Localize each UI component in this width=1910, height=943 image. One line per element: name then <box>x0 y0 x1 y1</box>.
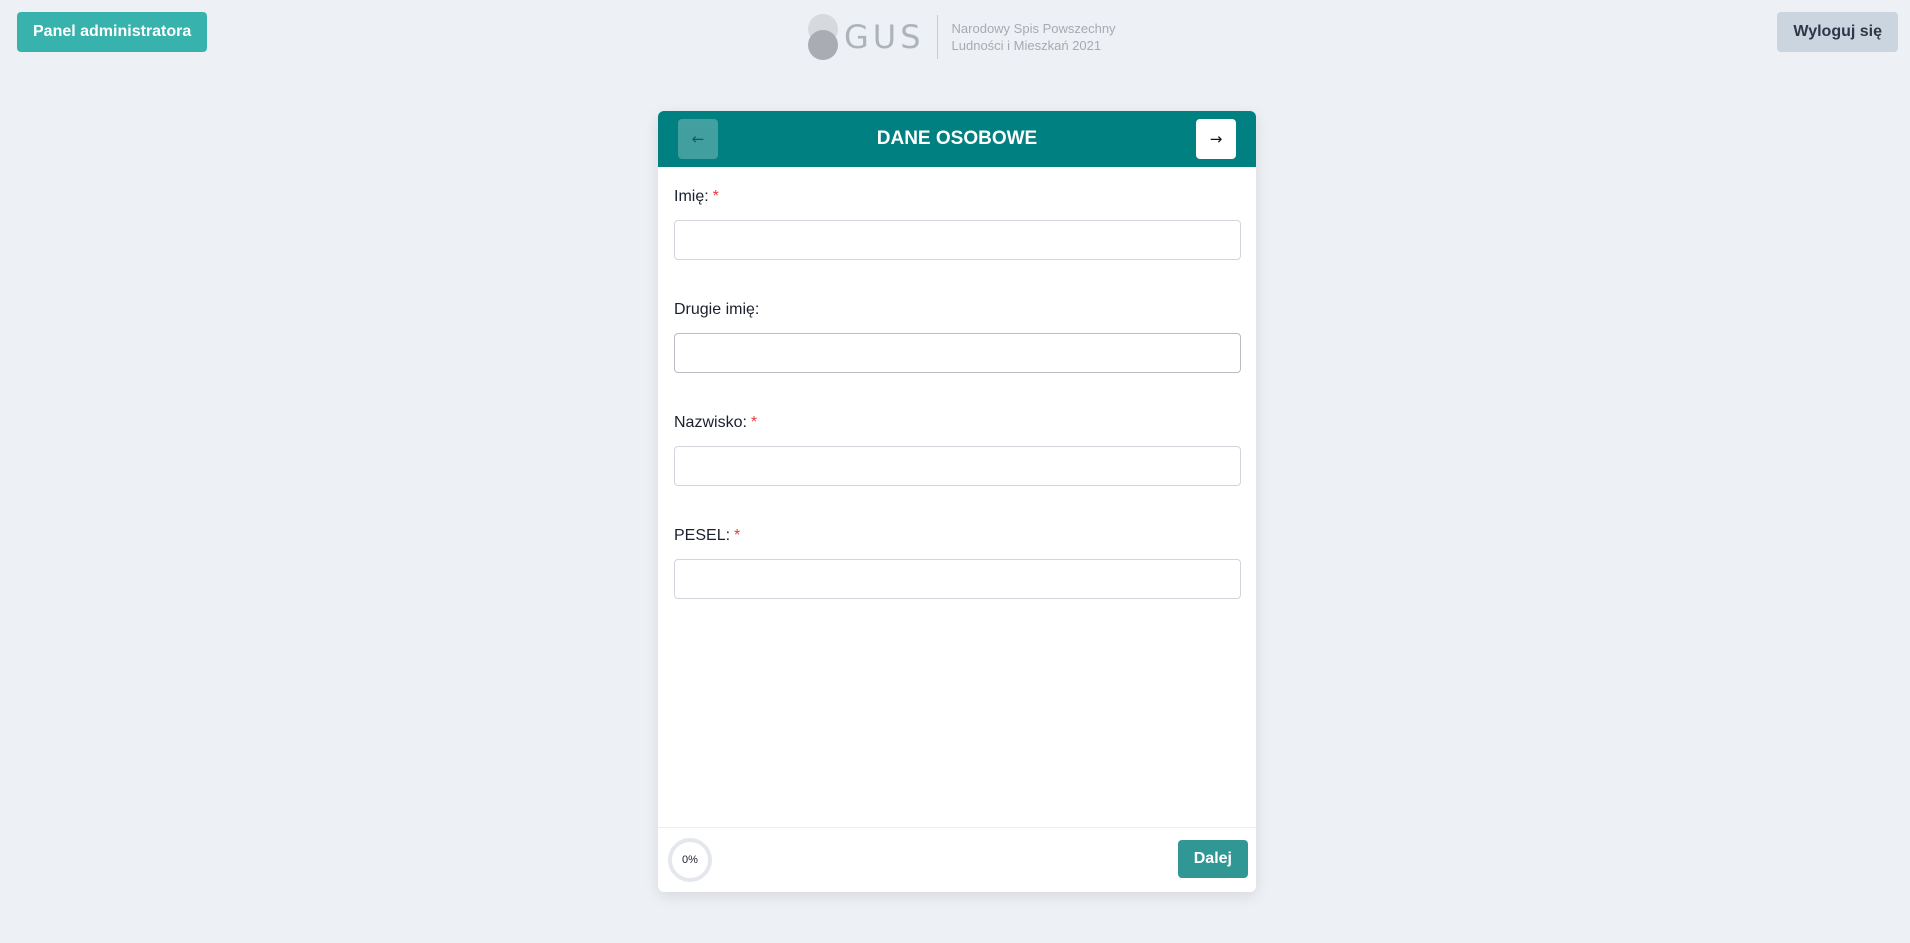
arrow-left-icon: ← <box>691 130 705 148</box>
required-marker: * <box>734 527 741 544</box>
first-name-input[interactable] <box>674 220 1241 260</box>
last-name-field: Nazwisko: * <box>674 413 1241 486</box>
page: Panel administratora GUS Narodowy Spis P… <box>0 0 1910 943</box>
pesel-label: PESEL: * <box>674 526 1241 546</box>
middle-name-input[interactable] <box>674 333 1241 373</box>
middle-name-field: Drugie imię: <box>674 300 1241 373</box>
card-footer: 0% Dalej <box>658 827 1256 892</box>
gus-logo: GUS Narodowy Spis Powszechny Ludności i … <box>808 14 1116 60</box>
last-name-label: Nazwisko: * <box>674 413 1241 433</box>
required-marker: * <box>712 188 719 205</box>
first-name-field: Imię: * <box>674 187 1241 260</box>
previous-section-button[interactable]: ← <box>678 119 718 159</box>
required-marker: * <box>750 414 758 431</box>
logo-divider <box>936 15 938 59</box>
logo-subtitle-line2: Ludności i Mieszkań 2021 <box>951 38 1102 53</box>
next-section-button[interactable]: → <box>1196 119 1236 159</box>
gus-logo-mark-icon <box>808 14 840 60</box>
section-title: DANE OSOBOWE <box>876 128 1038 149</box>
pesel-field: PESEL: * <box>674 526 1241 599</box>
admin-panel-button[interactable]: Panel administratora <box>17 12 208 52</box>
gus-logo-word: GUS <box>844 18 925 56</box>
first-name-label-text: Imię: <box>674 188 709 205</box>
card-header: ← DANE OSOBOWE → <box>658 111 1256 167</box>
form-card: ← DANE OSOBOWE → Imię: * Drugie imię: Na… <box>658 111 1256 892</box>
logout-button[interactable]: Wyloguj się <box>1777 12 1898 52</box>
logo-subtitle-line1: Narodowy Spis Powszechny <box>951 21 1116 36</box>
personal-data-form: Imię: * Drugie imię: Nazwisko: * PESEL: … <box>674 187 1241 639</box>
pesel-input[interactable] <box>674 559 1241 599</box>
last-name-input[interactable] <box>674 446 1241 486</box>
progress-indicator: 0% <box>668 838 712 882</box>
last-name-label-text: Nazwisko: <box>674 414 747 431</box>
pesel-label-text: PESEL: <box>674 527 731 544</box>
logo-subtitle: Narodowy Spis Powszechny Ludności i Mies… <box>952 20 1116 54</box>
next-button[interactable]: Dalej <box>1177 840 1248 878</box>
middle-name-label: Drugie imię: <box>674 300 1241 320</box>
first-name-label: Imię: * <box>674 187 1241 207</box>
arrow-right-icon: → <box>1209 130 1223 148</box>
middle-name-label-text: Drugie imię: <box>674 301 760 318</box>
